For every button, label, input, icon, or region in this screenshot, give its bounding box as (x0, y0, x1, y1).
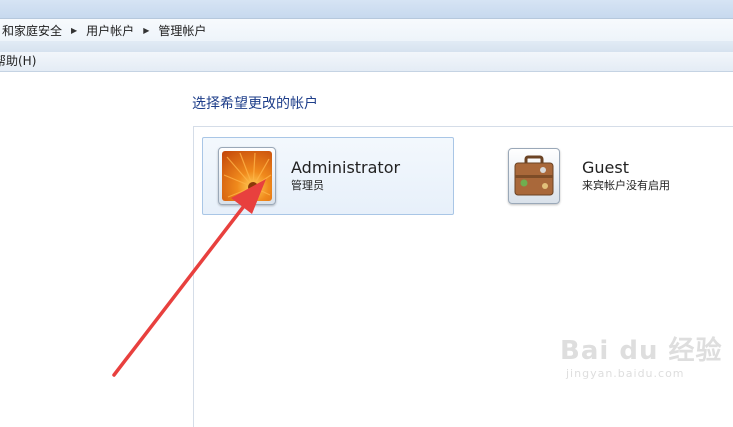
baidu-watermark: Bai du 经验 jingyan.baidu.com (560, 330, 725, 390)
watermark-url: jingyan.baidu.com (566, 367, 685, 380)
watermark-brand: Bai du 经验 (560, 336, 723, 366)
